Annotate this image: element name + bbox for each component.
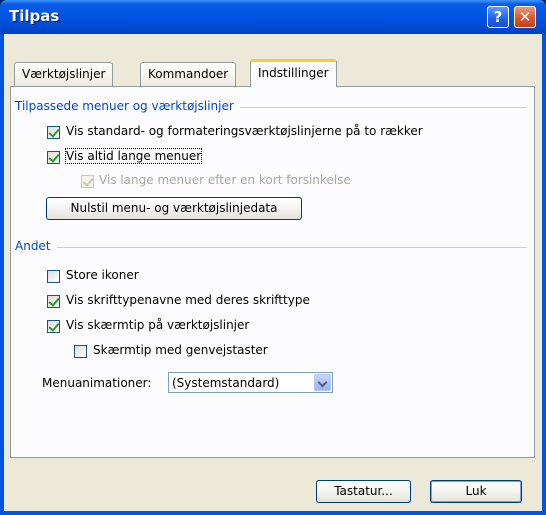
title-bar[interactable]: Tilpas ? ✕ — [0, 0, 546, 34]
keyboard-button[interactable]: Tastatur... — [316, 480, 411, 503]
tab-commands[interactable]: Kommandoer — [140, 62, 237, 86]
menu-animation-select[interactable]: (Systemstandard) — [168, 372, 333, 393]
checkbox-full-menus[interactable] — [47, 151, 60, 164]
checkbox-delay-menus-label: Vis lange menuer efter en kort forsinkel… — [99, 173, 351, 187]
menu-animation-label: Menuanimationer: — [42, 376, 152, 390]
checkbox-font-names-label[interactable]: Vis skrifttypenavne med deres skrifttype — [66, 293, 310, 307]
close-button[interactable]: Luk — [430, 480, 522, 503]
tab-label: Kommandoer — [148, 67, 229, 81]
checkbox-shortcut-keys[interactable] — [74, 345, 87, 358]
close-icon: ✕ — [518, 8, 532, 26]
checkbox-full-menus-label[interactable]: Vis altid lange menuer — [64, 148, 203, 164]
menu-animation-value: (Systemstandard) — [172, 376, 280, 390]
checkbox-shortcut-keys-label[interactable]: Skærmtip med genvejstaster — [93, 343, 268, 357]
chevron-down-icon[interactable] — [314, 374, 331, 391]
tab-label: Værktøjslinjer — [22, 67, 106, 81]
dialog-client-area: Værktøjslinjer Kommandoer Indstillinger … — [4, 34, 542, 511]
checkbox-large-icons-label[interactable]: Store ikoner — [66, 268, 139, 282]
group-title-menus: Tilpassede menuer og værktøjslinjer — [15, 99, 240, 113]
group-divider — [19, 247, 527, 248]
help-icon: ? — [493, 8, 503, 26]
checkbox-font-names[interactable] — [47, 295, 60, 308]
tab-toolbars[interactable]: Værktøjslinjer — [14, 62, 114, 86]
tab-label: Indstillinger — [258, 66, 329, 80]
close-window-button[interactable]: ✕ — [514, 6, 536, 28]
group-title-other: Andet — [15, 239, 57, 253]
tab-options[interactable]: Indstillinger — [250, 59, 337, 87]
window-title: Tilpas — [9, 7, 60, 25]
checkbox-delay-menus — [81, 175, 94, 188]
checkbox-screentips-label[interactable]: Vis skærmtip på værktøjslinjer — [66, 318, 249, 332]
help-button[interactable]: ? — [487, 6, 509, 28]
checkbox-screentips[interactable] — [47, 320, 60, 333]
reset-menu-toolbar-button[interactable]: Nulstil menu- og værktøjslinjedata — [46, 197, 302, 220]
customize-dialog: Tilpas ? ✕ Værktøjslinjer Kommandoer Ind… — [0, 0, 546, 515]
checkbox-two-rows[interactable] — [47, 126, 60, 139]
checkbox-large-icons[interactable] — [47, 270, 60, 283]
options-panel: Tilpassede menuer og værktøjslinjer Vis … — [10, 86, 535, 458]
checkbox-two-rows-label[interactable]: Vis standard- og formateringsværktøjslin… — [66, 124, 423, 138]
